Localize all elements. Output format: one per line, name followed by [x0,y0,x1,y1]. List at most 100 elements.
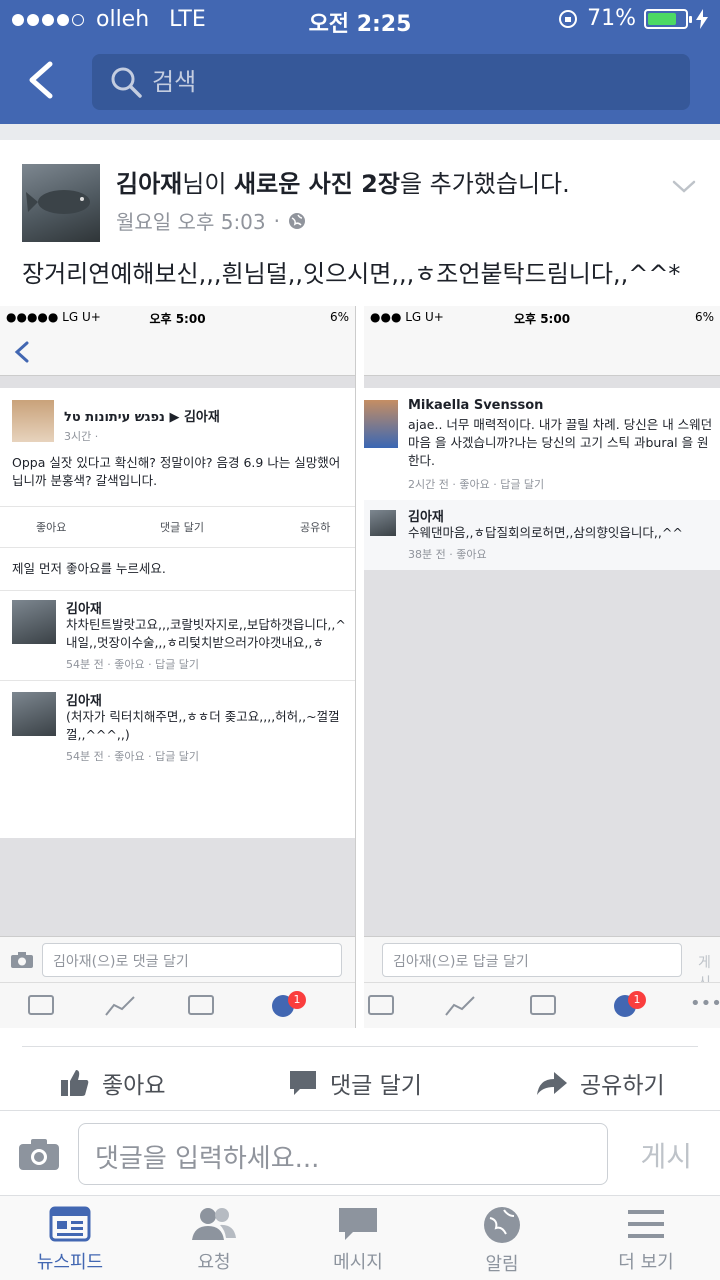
comment-input[interactable]: 댓글을 입력하세요... [78,1123,608,1185]
like-button[interactable]: 좋아요 [60,1066,165,1100]
newsfeed-icon [49,1206,91,1242]
comment-text: (처자가 릭터치해주면,,ㅎㅎ더 좆고요,,,,허허,,~껄껄 껄,,^^^,,… [66,709,340,742]
comment-text: ajae.. 너무 매력적이다. 내가 끌릴 차례. 당신은 내 스웨던 마음 … [408,417,713,468]
photo-tabbar: 1 [0,982,355,1028]
title-text-end: 을 추가했습니다. [399,170,570,198]
comment-meta: 54분 전 · 좋아요 · 답글 달기 [66,658,200,671]
title-text: 님이 [182,170,235,198]
requests-icon [105,996,135,1016]
tab-newsfeed[interactable]: 뉴스피드 [10,1206,130,1274]
poster-time: 3시간 · [64,430,99,443]
globe-icon [289,212,305,229]
top-header: olleh LTE 오전 2:25 71% [0,0,720,124]
tab-requests[interactable]: 요청 [154,1206,274,1274]
photo-tabbar: 1 ••• [364,982,720,1028]
comment-author: 김아재 [408,510,444,525]
photo-reply-input: 김아재(으)로 답글 달기 [382,943,682,977]
fish-photo-icon [26,190,90,214]
comment-label: 댓글 달기 [330,1073,422,1099]
share-label: 공유하기 [580,1073,665,1099]
photo-1[interactable]: ●●●●● LG U+ 오후 5:00 6% נפגש עיתונות טל ▶… [0,306,356,1028]
poster-name: נפגש עיתונות טל ▶ 김아재 [64,410,220,425]
globe-icon [484,1207,520,1243]
bottom-tab-bar: 뉴스피드 요청 메시지 알림 더 보기 [0,1195,720,1280]
requests-icon [445,996,475,1016]
comment-meta: 2시간 전 · 좋아요 · 답글 달기 [408,478,545,491]
photo-post: נפגש עיתונות טל ▶ 김아재 3시간 · Oppa 실잣 있다고 … [0,388,355,838]
search-bar[interactable] [92,54,690,110]
post-title: 김아재님이 새로운 사진 2장을 추가했습니다. [116,164,570,199]
poster-avatar [12,400,54,442]
new-photos-link[interactable]: 새로운 사진 2장 [234,170,400,198]
post-meta: 월요일 오후 5:03 · [116,206,306,235]
commenter-avatar [364,400,398,448]
tab-notifications[interactable]: 알림 [442,1206,562,1276]
camera-icon [11,952,33,968]
action-bar: 좋아요 댓글 달기 공유하기 [0,1046,720,1110]
tab-label: 뉴스피드 [36,1252,104,1273]
tab-more[interactable]: 더 보기 [586,1206,706,1274]
photo-nav [0,328,355,376]
comment-row: 댓글을 입력하세요... 게시 [0,1110,720,1195]
photo-nav [364,328,720,376]
post-time[interactable]: 월요일 오후 5:03 [116,206,266,235]
post-text: 장거리연예해보신,,,흰님덜,,잇으시면,,,ㅎ조언붙탁드림니다,,^^* [22,260,681,288]
comment-meta: 54분 전 · 좋아요 · 답글 달기 [66,750,200,763]
notification-badge: 1 [628,991,646,1009]
photo-comment-bar: 김아재(으)로 댓글 달기 [0,936,355,982]
photo-post-text: Oppa 실잣 있다고 확신해? 정말이야? 음경 6.9 나는 실망했어 닙니… [12,455,341,488]
camera-icon[interactable] [18,1137,60,1171]
back-button[interactable] [22,58,62,102]
tab-label: 메시지 [333,1252,383,1273]
commenter-avatar [12,692,56,736]
first-like-text: 제일 먼저 좋아요를 누르세요. [12,561,166,576]
comment-author: 김아재 [66,694,102,709]
post-comment-button[interactable]: 게시 [640,1135,692,1175]
chevron-left-icon [29,61,53,99]
search-icon [111,67,142,98]
tab-label: 알림 [485,1254,519,1275]
author-avatar[interactable] [22,164,100,242]
rotation-lock-icon [559,9,578,28]
chevron-down-icon[interactable] [670,172,698,200]
share-icon [537,1072,567,1095]
charging-icon [696,8,708,29]
search-input[interactable] [152,62,672,102]
commenter-avatar [12,600,56,644]
battery-icon [644,8,692,29]
comment-author: Mikaella Svensson [408,398,544,413]
friends-icon [192,1208,236,1240]
share-button[interactable]: 공유하기 [536,1066,665,1100]
comment-text: 수웨댄마음,,ㅎ답질회의로허면,,삼의향잇읍니다,,^^ [408,525,683,540]
chevron-left-icon [14,341,29,363]
photo-time: 오후 5:00 [513,312,571,326]
post-card: 김아재님이 새로운 사진 2장을 추가했습니다. 월요일 오후 5:03 · 장… [0,140,720,1195]
reply-box: 김아재 수웨댄마음,,ㅎ답질회의로허면,,삼의향잇읍니다,,^^ 38분 전 ·… [364,500,720,570]
photo-2[interactable]: ●●● LG U+ 오후 5:00 6% Mikaella Svensson a… [364,306,720,1028]
comment-meta: 38분 전 · 좋아요 [408,548,487,561]
comment-icon [290,1071,316,1095]
menu-icon [628,1210,664,1238]
status-bar: olleh LTE 오전 2:25 71% [0,0,720,40]
photo-battery: 6% [694,310,714,324]
comment-author: 김아재 [66,602,102,617]
photo-comments: Mikaella Svensson ajae.. 너무 매력적이다. 내가 끌릴… [364,388,720,570]
tab-label: 더 보기 [618,1252,674,1273]
commenter-avatar [370,510,396,536]
photo-comment-input: 김아재(으)로 댓글 달기 [42,943,342,977]
comment-text: 차차틴트발랏고요,,,코랄빗자지로,,보답하갯읍니다,,^ 내일,,멋장이수술,… [66,617,346,650]
photo-actions: 좋아요 댓글 달기 공유하 [0,506,355,548]
photo-battery: 6% [329,310,349,324]
battery-percent: 71% [587,6,636,31]
tab-messages[interactable]: 메시지 [298,1206,418,1274]
notification-badge: 1 [288,991,306,1009]
message-icon [339,1208,377,1240]
photo-status-bar: ●●●●● LG U+ 오후 5:00 6% [0,306,355,328]
photo-comment-bar: 김아재(으)로 답글 달기 게시 [364,936,720,991]
meta-dot: · [273,208,280,233]
comment-button[interactable]: 댓글 달기 [288,1066,422,1100]
photo-share: 공유하 [300,521,331,534]
author-name[interactable]: 김아재 [116,170,182,198]
tab-label: 요청 [197,1252,231,1273]
photo-like: 좋아요 [36,521,67,534]
